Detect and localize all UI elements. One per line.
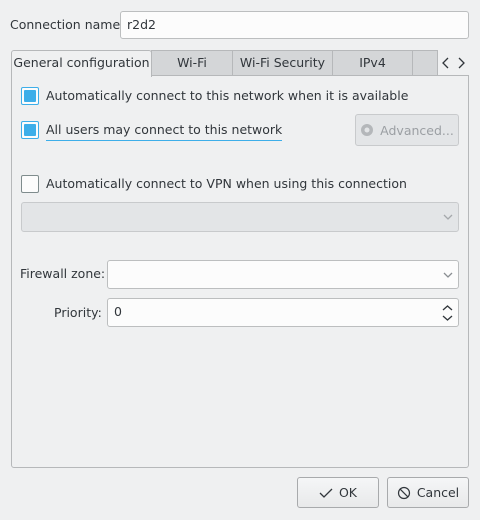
priority-spinbox[interactable]: 0 [107, 298, 459, 327]
ok-button[interactable]: OK [297, 477, 379, 508]
cancel-icon [397, 486, 410, 499]
advanced-button[interactable]: Advanced... [355, 114, 459, 146]
connection-name-input[interactable]: r2d2 [120, 11, 469, 39]
cancel-button-label: Cancel [416, 485, 460, 500]
auto-connect-label: Automatically connect to this network wh… [46, 88, 409, 103]
vpn-select[interactable] [21, 202, 459, 232]
priority-label: Priority: [54, 305, 102, 320]
tab-wifi[interactable]: Wi-Fi [151, 50, 233, 76]
chevron-left-icon[interactable] [440, 56, 452, 70]
vpn-label: Automatically connect to VPN when using … [46, 176, 407, 191]
checkmark-icon [319, 488, 333, 498]
all-users-checkbox[interactable] [21, 121, 39, 139]
tab-overflow [412, 50, 438, 76]
all-users-label: All users may connect to this network [46, 122, 283, 141]
chevron-down-icon [443, 214, 453, 220]
vpn-checkbox[interactable] [21, 175, 39, 193]
connection-name-label: Connection name: [10, 17, 125, 32]
chevron-down-icon [443, 272, 453, 278]
cancel-button[interactable]: Cancel [387, 477, 469, 508]
settings-icon [361, 124, 374, 136]
auto-connect-checkbox[interactable] [21, 87, 39, 105]
tab-ipv4[interactable]: IPv4 [332, 50, 413, 76]
ok-button-label: OK [338, 485, 358, 500]
tab-general-configuration[interactable]: General configuration [11, 50, 152, 77]
spin-arrows-icon[interactable] [441, 302, 454, 324]
chevron-right-icon[interactable] [455, 56, 467, 70]
tab-wifi-security[interactable]: Wi-Fi Security [232, 50, 333, 76]
advanced-button-label: Advanced... [380, 122, 454, 138]
firewall-zone-select[interactable] [107, 260, 459, 289]
firewall-zone-label: Firewall zone: [20, 266, 106, 281]
